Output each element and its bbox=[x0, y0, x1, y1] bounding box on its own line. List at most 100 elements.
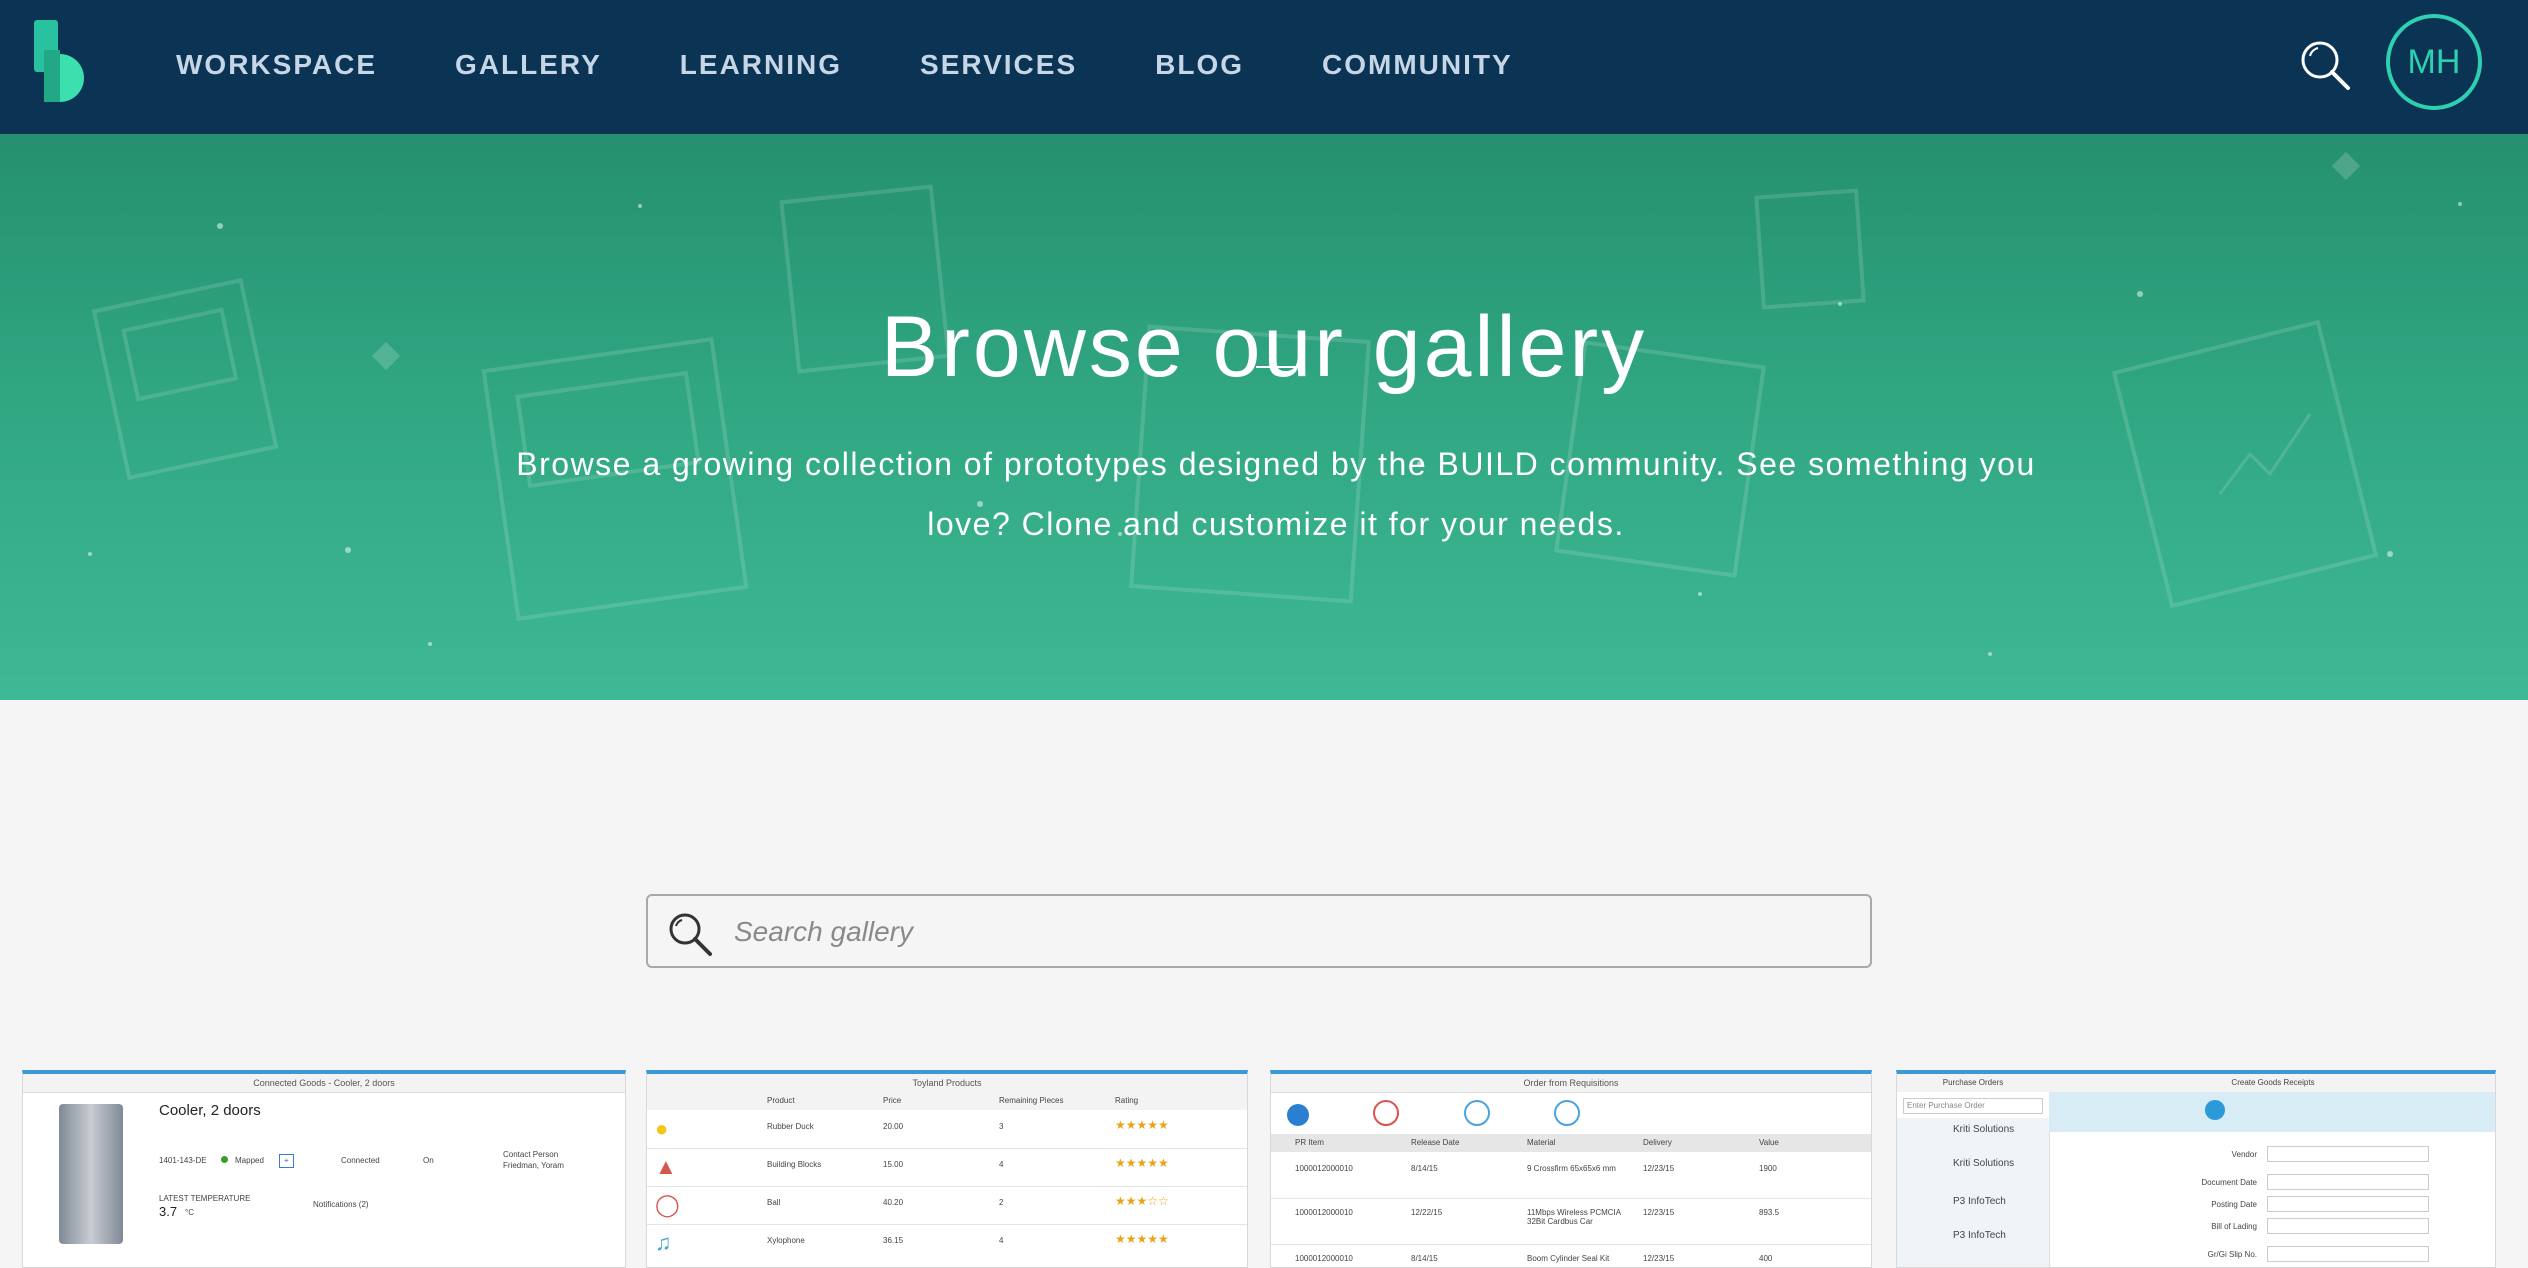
field-label: Gr/Gi Slip No. bbox=[2207, 1250, 2257, 1259]
column-header: Rating bbox=[1115, 1096, 1139, 1105]
value: 893.5 bbox=[1759, 1208, 1780, 1217]
contact-label: Contact Person bbox=[503, 1150, 559, 1159]
status-text: Mapped bbox=[235, 1156, 264, 1165]
product-price: 36.15 bbox=[883, 1236, 904, 1245]
contact-name: Friedman, Yoram bbox=[503, 1161, 564, 1170]
table-row[interactable]: ♫ Xylophone 36.15 4 ★★★★★ bbox=[647, 1226, 1247, 1262]
po-list: Kriti Solutions Kriti Solutions P3 InfoT… bbox=[1897, 1118, 2050, 1267]
rating-stars: ★★★★★ bbox=[1115, 1118, 1169, 1132]
row-divider bbox=[1271, 1244, 1871, 1245]
detail-caption-text: Create Goods Receipts bbox=[2231, 1078, 2315, 1087]
field-input[interactable] bbox=[2267, 1146, 2429, 1162]
product-name: Rubber Duck bbox=[767, 1122, 814, 1131]
connected-status: Connected bbox=[341, 1156, 380, 1165]
product-price: 40.20 bbox=[883, 1198, 904, 1207]
row-divider bbox=[647, 1186, 1247, 1187]
remaining-pieces: 4 bbox=[999, 1236, 1004, 1245]
field-input[interactable] bbox=[2267, 1174, 2429, 1190]
page-title: Browse our gallery bbox=[880, 298, 1648, 395]
search-input[interactable] bbox=[732, 906, 1836, 958]
remaining-pieces: 3 bbox=[999, 1122, 1004, 1131]
column-header: Remaining Pieces bbox=[999, 1096, 1064, 1105]
material: 11Mbps Wireless PCMCIA 32Bit Cardbus Car bbox=[1527, 1208, 1621, 1226]
row-divider bbox=[1271, 1198, 1871, 1199]
list-item[interactable]: Kriti Solutions bbox=[1953, 1124, 2014, 1135]
receipt-icon bbox=[2205, 1100, 2225, 1120]
search-icon bbox=[669, 913, 712, 956]
top-navigation-bar: WORKSPACE GALLERY LEARNING SERVICES BLOG… bbox=[0, 0, 2528, 134]
field-label: Bill of Lading bbox=[2211, 1222, 2257, 1231]
nav-blog[interactable]: BLOG bbox=[1155, 49, 1244, 81]
process-steps bbox=[1287, 1100, 1581, 1131]
step-icon bbox=[1463, 1100, 1490, 1126]
product-name: Ball bbox=[767, 1198, 781, 1207]
list-caption: Purchase Orders bbox=[1897, 1074, 2050, 1092]
row-divider bbox=[647, 1224, 1247, 1225]
detail-caption: Create Goods Receipts bbox=[2049, 1074, 2495, 1092]
step-icon bbox=[1554, 1100, 1581, 1126]
hero-banner: Browse our gallery Browse a growing coll… bbox=[0, 134, 2528, 700]
gallery-card-requisitions[interactable]: Order from Requisitions PR Item Release … bbox=[1270, 1070, 1872, 1268]
temperature-unit: °C bbox=[185, 1208, 194, 1217]
rating-stars: ★★★☆☆ bbox=[1115, 1194, 1169, 1208]
table-row[interactable]: ● Rubber Duck 20.00 3 ★★★★★ bbox=[647, 1112, 1247, 1148]
field-input[interactable] bbox=[2267, 1246, 2429, 1262]
list-item[interactable]: P3 InfoTech bbox=[1953, 1230, 2006, 1241]
ball-icon: ◯ bbox=[655, 1192, 680, 1217]
table-row[interactable]: 1000012000010 8/14/15 Boom Cylinder Seal… bbox=[1271, 1248, 1871, 1267]
nav-gallery[interactable]: GALLERY bbox=[455, 49, 602, 81]
table-row[interactable]: 1000012000010 8/14/15 9 Crossfirm 65x65x… bbox=[1271, 1158, 1871, 1198]
remaining-pieces: 4 bbox=[999, 1160, 1004, 1169]
cooler-image bbox=[59, 1104, 123, 1244]
delivery-date: 12/23/15 bbox=[1643, 1208, 1675, 1217]
temperature-value: 3.7 bbox=[159, 1204, 178, 1219]
detail-header bbox=[2049, 1092, 2495, 1132]
field-label: Vendor bbox=[2231, 1150, 2257, 1159]
search-icon[interactable] bbox=[2296, 36, 2356, 96]
product-price: 20.00 bbox=[883, 1122, 904, 1131]
nav-workspace[interactable]: WORKSPACE bbox=[176, 49, 377, 81]
build-logo[interactable] bbox=[34, 20, 94, 106]
table-header: PR Item Release Date Material Delivery V… bbox=[1271, 1134, 1871, 1152]
table-row[interactable]: ◯ Ball 40.20 2 ★★★☆☆ bbox=[647, 1188, 1247, 1224]
list-caption-text: Purchase Orders bbox=[1942, 1078, 2004, 1087]
gallery-card-toyland[interactable]: Toyland Products Product Price Remaining… bbox=[646, 1070, 1248, 1268]
hero-background-illustration bbox=[88, 151, 2462, 656]
list-item[interactable]: Kriti Solutions bbox=[1953, 1158, 2014, 1169]
nav-learning[interactable]: LEARNING bbox=[680, 49, 842, 81]
product-name: Building Blocks bbox=[767, 1160, 822, 1169]
nav-community[interactable]: COMMUNITY bbox=[1322, 49, 1513, 81]
field-input[interactable] bbox=[2267, 1196, 2429, 1212]
column-header: PR Item bbox=[1295, 1138, 1324, 1147]
notifications-label: Notifications (2) bbox=[313, 1200, 369, 1209]
release-date: 8/14/15 bbox=[1411, 1164, 1438, 1173]
rating-stars: ★★★★★ bbox=[1115, 1232, 1169, 1246]
gallery-card-cooler[interactable]: Connected Goods - Cooler, 2 doors Cooler… bbox=[22, 1070, 626, 1268]
remaining-pieces: 2 bbox=[999, 1198, 1004, 1207]
main-nav: WORKSPACE GALLERY LEARNING SERVICES BLOG… bbox=[176, 0, 1591, 130]
column-header: Value bbox=[1759, 1138, 1779, 1147]
column-header: Delivery bbox=[1643, 1138, 1672, 1147]
rating-stars: ★★★★★ bbox=[1115, 1156, 1169, 1170]
table-row[interactable]: ▲ Building Blocks 15.00 4 ★★★★★ bbox=[647, 1150, 1247, 1186]
material: Boom Cylinder Seal Kit bbox=[1527, 1254, 1610, 1263]
table-header: Product Price Remaining Pieces Rating bbox=[647, 1092, 1247, 1110]
gallery-search-box[interactable] bbox=[646, 894, 1872, 968]
pr-item: 1000012000010 bbox=[1295, 1208, 1353, 1217]
list-item[interactable]: P3 InfoTech bbox=[1953, 1196, 2006, 1207]
user-avatar[interactable]: MH bbox=[2386, 14, 2482, 110]
po-search-input[interactable]: Enter Purchase Order bbox=[1903, 1098, 2043, 1114]
title-divider bbox=[1256, 366, 1296, 368]
map-button[interactable]: ⌖ bbox=[279, 1154, 294, 1168]
po-search-placeholder: Enter Purchase Order bbox=[1907, 1101, 1985, 1110]
hero-description: Browse a growing collection of prototype… bbox=[516, 446, 2036, 542]
column-header: Material bbox=[1527, 1138, 1556, 1147]
device-id: 1401-143-DE bbox=[159, 1156, 207, 1165]
table-row[interactable]: 1000012000010 12/22/15 11Mbps Wireless P… bbox=[1271, 1202, 1871, 1242]
duck-icon: ● bbox=[655, 1116, 669, 1141]
field-label: Document Date bbox=[2201, 1178, 2257, 1187]
power-status: On bbox=[423, 1156, 434, 1165]
field-input[interactable] bbox=[2267, 1218, 2429, 1234]
gallery-card-goods-receipts[interactable]: Purchase Orders Create Goods Receipts En… bbox=[1896, 1070, 2496, 1268]
nav-services[interactable]: SERVICES bbox=[920, 49, 1077, 81]
